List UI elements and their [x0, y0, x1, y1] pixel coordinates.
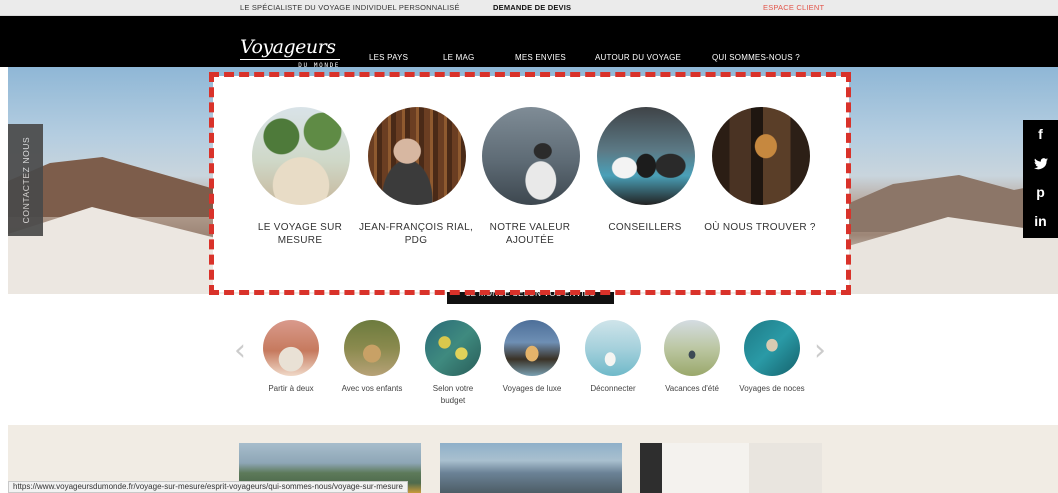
category-photo — [585, 320, 641, 376]
category-photo — [263, 320, 319, 376]
carousel-prev-icon[interactable]: ‹ — [234, 333, 246, 368]
devis-link[interactable]: DEMANDE DE DEVIS — [493, 3, 571, 12]
ceo-portrait-photo — [368, 107, 466, 205]
carousel-next-icon[interactable]: › — [814, 333, 826, 368]
featured-thumbnail[interactable] — [640, 443, 822, 493]
contact-tab[interactable]: CONTACTEZ NOUS — [8, 124, 43, 236]
social-bar: f p in — [1023, 120, 1058, 238]
tagline: LE SPÉCIALISTE DU VOYAGE INDIVIDUEL PERS… — [240, 3, 460, 12]
browser-status-url: https://www.voyageursdumonde.fr/voyage-s… — [8, 481, 408, 493]
nav-les-pays[interactable]: LES PAYS — [369, 53, 408, 62]
linkedin-icon[interactable]: in — [1023, 207, 1058, 236]
category-label: Voyages de luxe — [502, 384, 562, 393]
twitter-icon[interactable] — [1023, 149, 1058, 178]
category-label: Voyages de noces — [739, 384, 805, 393]
nav-qui-sommes-nous[interactable]: QUI SOMMES-NOUS ? — [712, 53, 800, 62]
dropdown-label: NOTRE VALEUR AJOUTÉE — [489, 222, 571, 246]
dropdown-label: CONSEILLERS — [608, 222, 682, 233]
contact-tab-label: CONTACTEZ NOUS — [20, 136, 31, 224]
city-traveler-photo — [482, 107, 580, 205]
logo-underline — [240, 59, 340, 60]
category-vacances-ete[interactable]: Vacances d'été — [659, 320, 725, 395]
dropdown-item-ou-nous-trouver[interactable]: OÙ NOUS TROUVER ? — [700, 107, 820, 257]
nav-mes-envies[interactable]: MES ENVIES — [515, 53, 566, 62]
dropdown-item-pdg[interactable]: JEAN-FRANÇOIS RIAL, PDG — [356, 107, 476, 257]
category-avec-vos-enfants[interactable]: Avec vos enfants — [339, 320, 405, 395]
category-label: Selon votre budget — [432, 384, 474, 405]
espace-client-link[interactable]: ESPACE CLIENT — [763, 3, 824, 12]
couple-beach-photo — [252, 107, 350, 205]
category-deconnecter[interactable]: Déconnecter — [580, 320, 646, 395]
top-utility-bar: LE SPÉCIALISTE DU VOYAGE INDIVIDUEL PERS… — [0, 0, 1058, 16]
category-label: Partir à deux — [268, 384, 314, 393]
category-label: Déconnecter — [590, 384, 636, 393]
main-nav: Voyageurs DU MONDE LES PAYS LE MAG MES E… — [0, 16, 1058, 84]
category-photo — [744, 320, 800, 376]
dropdown-label: LE VOYAGE SUR MESURE — [257, 222, 343, 246]
category-photo — [344, 320, 400, 376]
category-photo — [664, 320, 720, 376]
dropdown-item-valeur-ajoutee[interactable]: NOTRE VALEUR AJOUTÉE — [470, 107, 590, 257]
dropdown-label: OÙ NOUS TROUVER ? — [704, 222, 816, 233]
facebook-icon[interactable]: f — [1023, 120, 1058, 149]
advisors-group-photo — [597, 107, 695, 205]
nav-autour-du-voyage[interactable]: AUTOUR DU VOYAGE — [595, 53, 681, 62]
logo-wordmark: Voyageurs — [240, 36, 336, 58]
dropdown-label: JEAN-FRANÇOIS RIAL, PDG — [358, 222, 474, 246]
category-voyages-de-noces[interactable]: Voyages de noces — [739, 320, 805, 395]
dropdown-item-conseillers[interactable]: CONSEILLERS — [585, 107, 705, 257]
category-voyages-de-luxe[interactable]: Voyages de luxe — [499, 320, 565, 395]
dropdown-item-voyage-sur-mesure[interactable]: LE VOYAGE SUR MESURE — [240, 107, 360, 257]
nav-le-mag[interactable]: LE MAG — [443, 53, 474, 62]
category-photo — [504, 320, 560, 376]
pinterest-icon[interactable]: p — [1023, 178, 1058, 207]
category-label: Avec vos enfants — [341, 384, 403, 393]
category-selon-votre-budget[interactable]: Selon votre budget — [420, 320, 486, 407]
featured-thumbnail[interactable] — [440, 443, 622, 493]
category-photo — [425, 320, 481, 376]
category-label: Vacances d'été — [665, 384, 719, 393]
agency-interior-photo — [712, 107, 810, 205]
category-partir-a-deux[interactable]: Partir à deux — [258, 320, 324, 395]
